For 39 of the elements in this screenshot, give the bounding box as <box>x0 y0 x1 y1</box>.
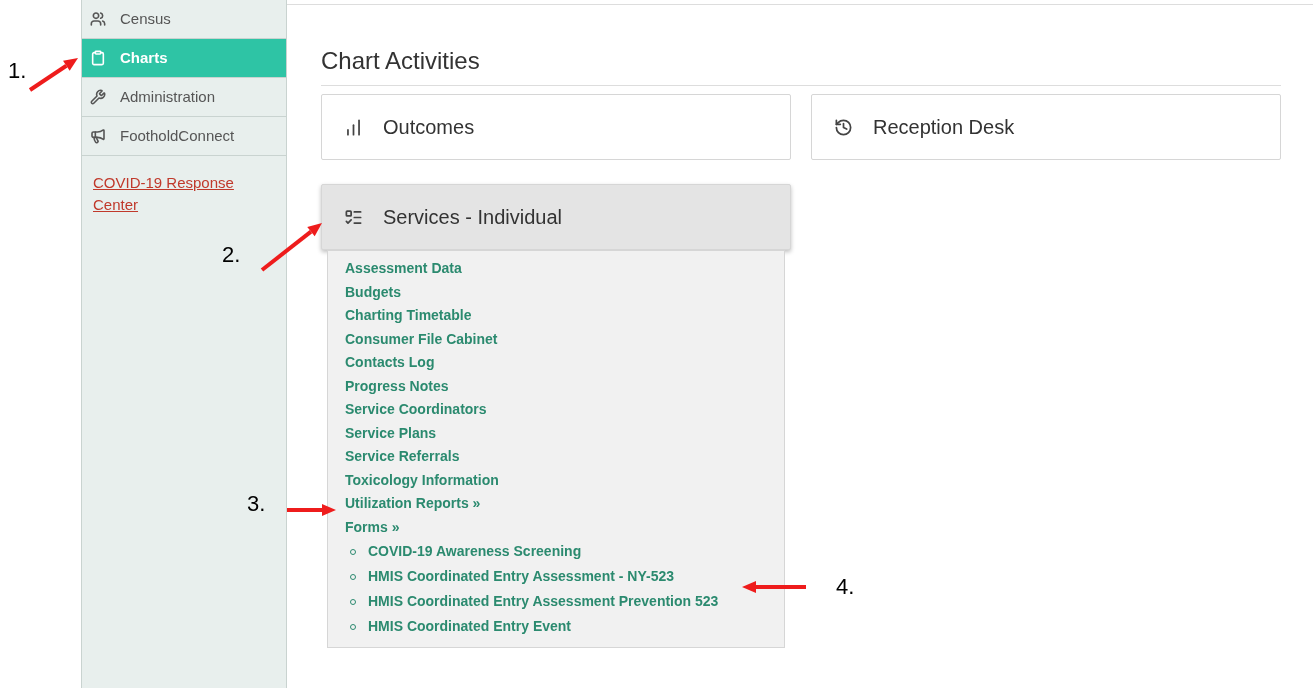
arrow-icon <box>287 504 336 516</box>
step-number: 2. <box>222 241 241 269</box>
history-icon <box>834 117 853 137</box>
bar-chart-icon <box>344 117 363 137</box>
sidebar-item[interactable]: Administration <box>82 78 286 117</box>
menu-link[interactable]: Utilization Reports » <box>345 492 784 516</box>
page-title: Chart Activities <box>321 43 1281 86</box>
sidebar-item[interactable]: Charts <box>82 39 286 78</box>
people-icon <box>90 11 106 27</box>
step-number: 3. <box>247 490 266 518</box>
wrench-icon <box>90 89 106 105</box>
menu-link[interactable]: Service Plans <box>345 421 784 445</box>
arrow-icon <box>28 58 78 92</box>
menu-link[interactable]: Consumer File Cabinet <box>345 327 784 351</box>
menu-link[interactable]: Service Referrals <box>345 445 784 469</box>
megaphone-icon <box>90 128 106 144</box>
menu-link[interactable]: Charting Timetable <box>345 304 784 328</box>
menu-link[interactable]: Contacts Log <box>345 351 784 375</box>
activity-card[interactable]: Outcomes <box>321 94 791 160</box>
menu-link[interactable]: Progress Notes <box>345 374 784 398</box>
menu-link[interactable]: Assessment Data <box>345 257 784 281</box>
menu-link[interactable]: Budgets <box>345 280 784 304</box>
list-icon <box>344 207 363 227</box>
menu-link[interactable]: Service Coordinators <box>345 398 784 422</box>
clipboard-icon <box>90 50 106 66</box>
form-link[interactable]: HMIS Coordinated Entry Assessment - NY-523 <box>368 566 674 587</box>
form-link[interactable]: HMIS Coordinated Entry Assessment Prevention 523 <box>368 591 719 612</box>
menu-link[interactable]: Toxicology Information <box>345 468 784 492</box>
arrow-icon <box>260 223 322 272</box>
response-center-link[interactable]: COVID-19 Response Center <box>93 172 275 216</box>
form-link[interactable]: HMIS Coordinated Entry Event <box>368 616 572 637</box>
step-number: 1. <box>8 57 27 85</box>
activity-card[interactable]: Services - Individual <box>321 184 791 250</box>
activity-card[interactable]: Reception Desk <box>811 94 1281 160</box>
sidebar-item[interactable]: FootholdConnect <box>82 117 286 156</box>
menu-link[interactable]: Forms » <box>345 515 784 539</box>
form-link[interactable]: COVID-19 Awareness Screening <box>368 541 582 562</box>
step-number: 4. <box>836 573 855 601</box>
arrow-icon <box>742 581 806 593</box>
